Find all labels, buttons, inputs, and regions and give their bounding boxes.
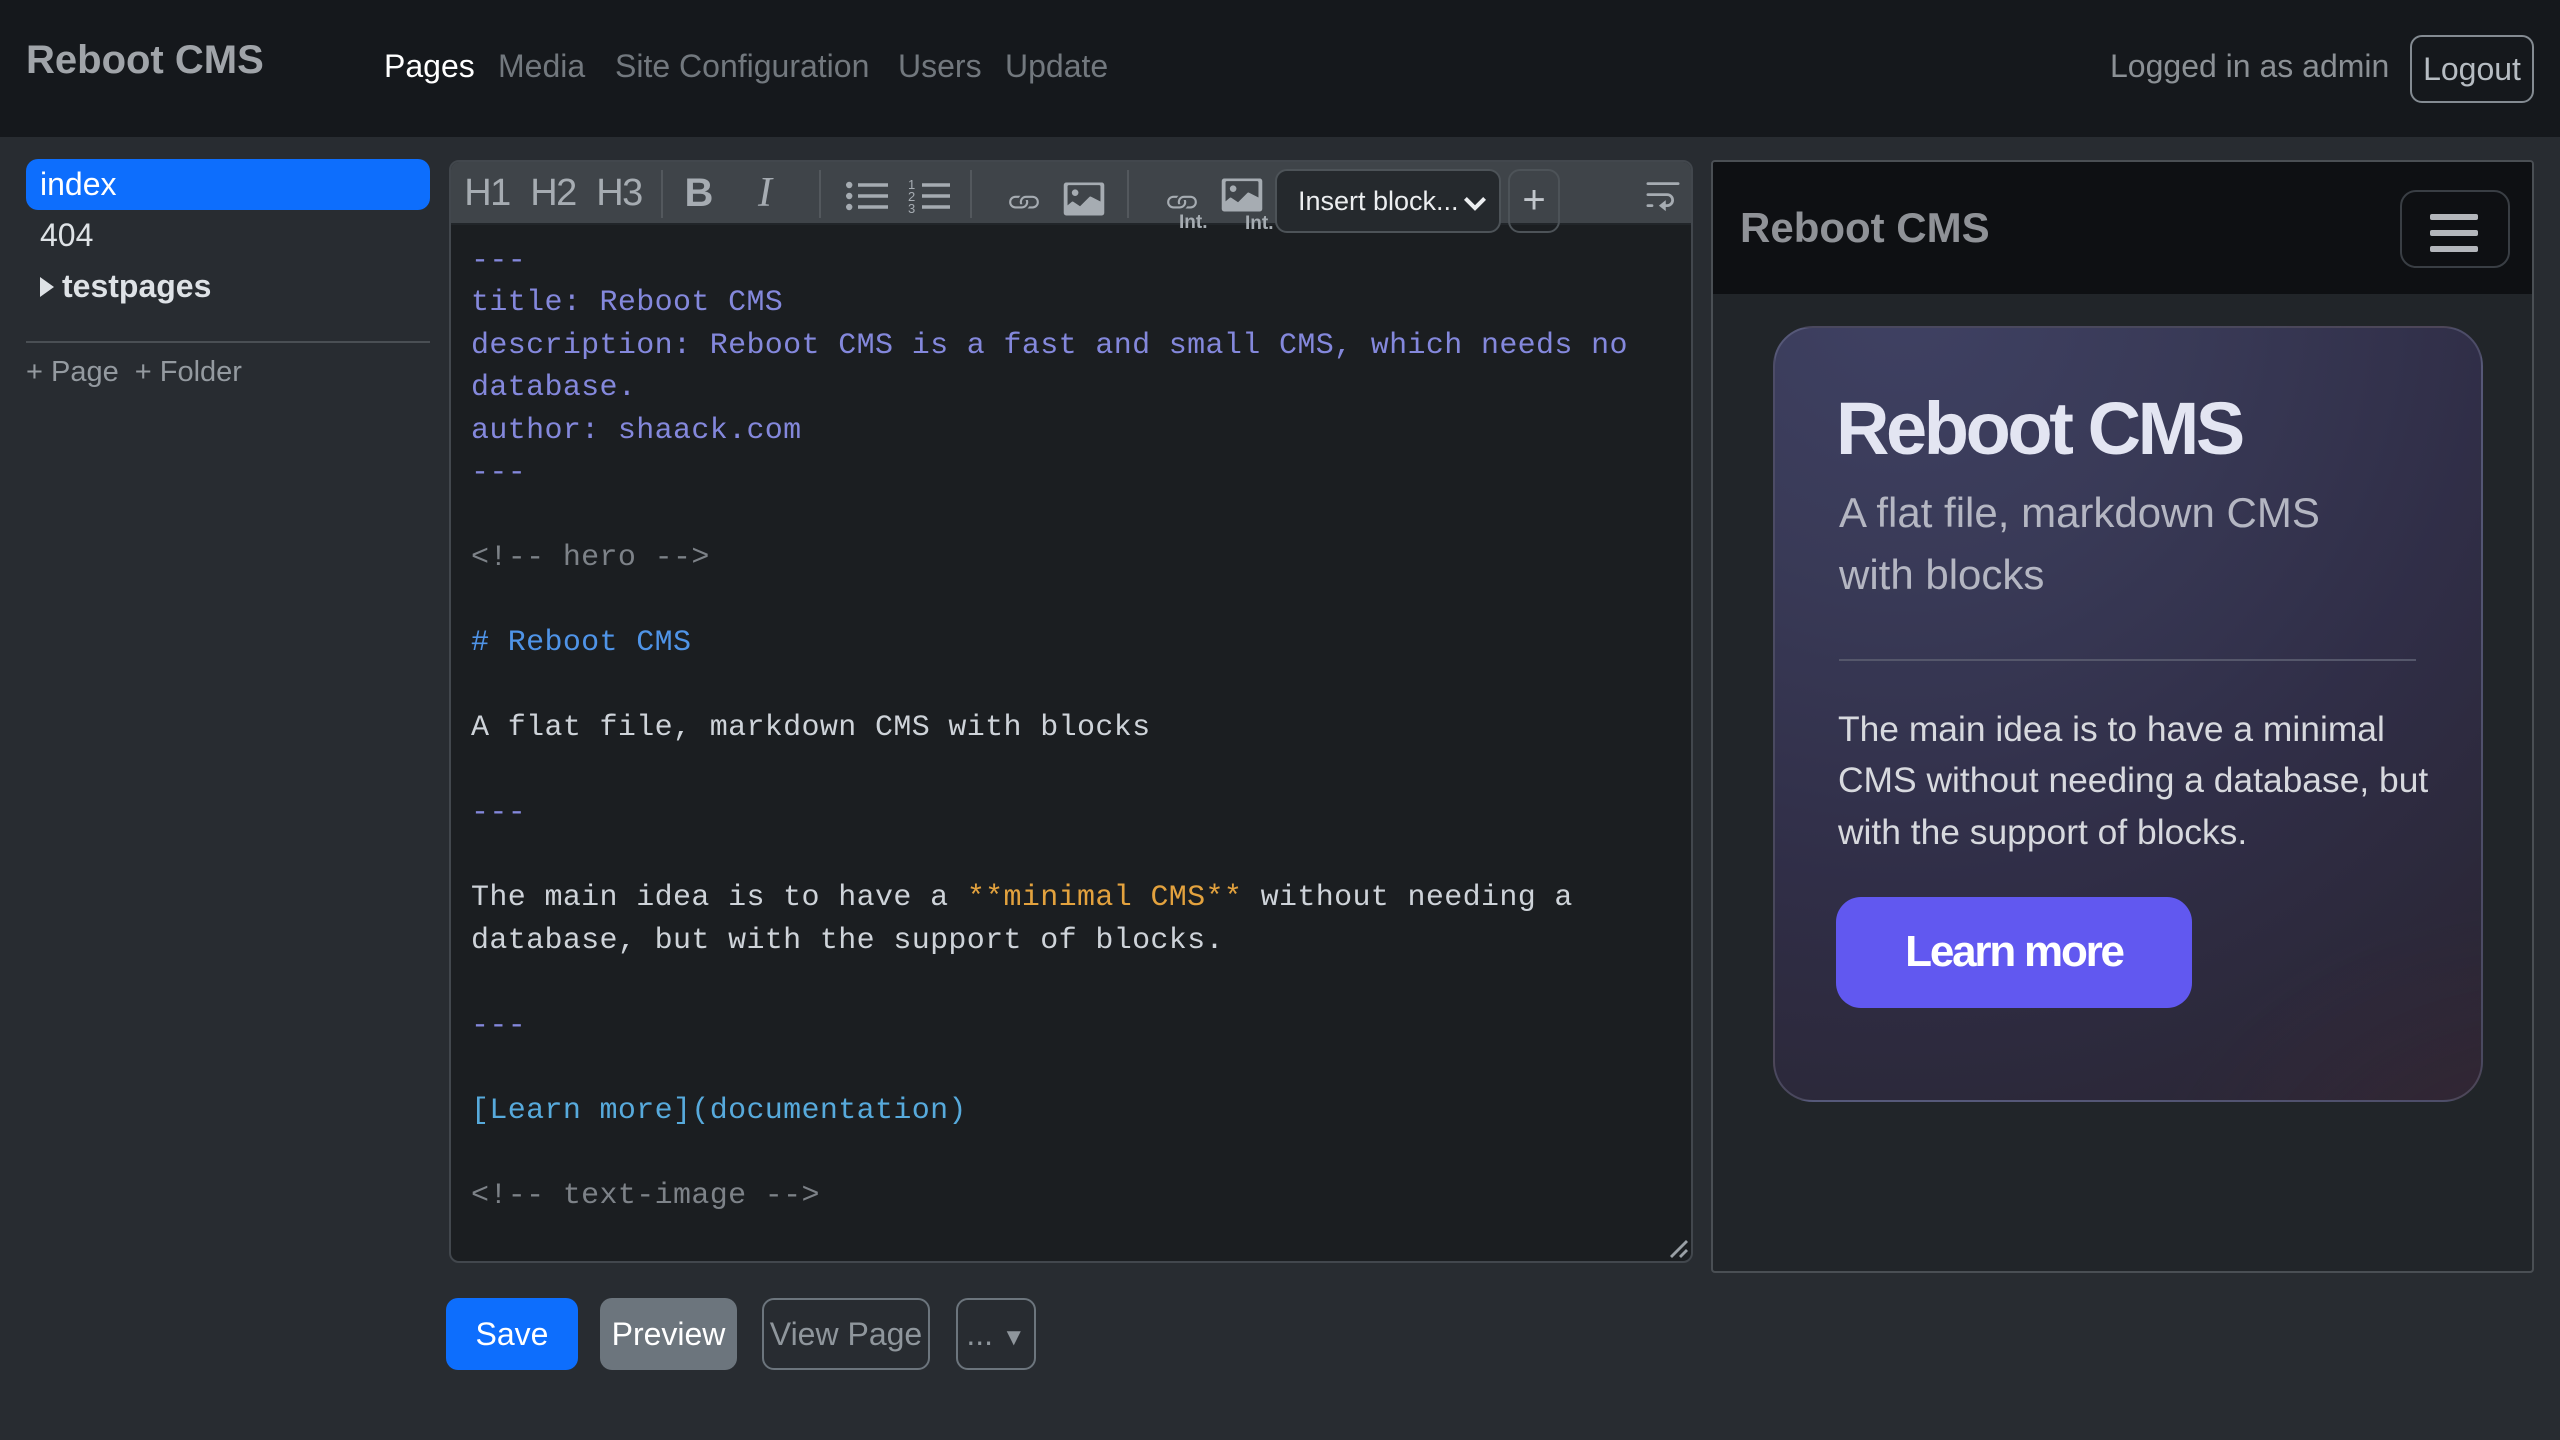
svg-text:3: 3 bbox=[908, 201, 915, 216]
